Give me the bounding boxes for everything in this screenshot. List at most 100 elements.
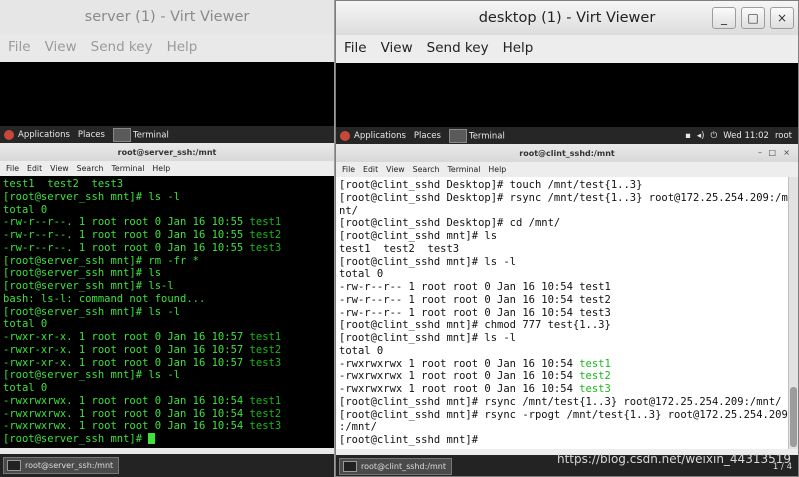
tmenu-help[interactable]: Help <box>152 164 170 173</box>
tmenu-edit[interactable]: Edit <box>363 165 378 174</box>
terminal-line: total 0 <box>339 268 384 281</box>
terminal-line: [root@clint_sshd mnt]# rsync -rpogt /mnt… <box>339 408 788 421</box>
terminal-title-server: root@server_ssh:/mnt <box>0 143 334 161</box>
terminal-scrollbar[interactable] <box>788 177 798 449</box>
terminal-icon <box>448 128 467 143</box>
menu-help[interactable]: Help <box>167 39 198 55</box>
terminal-menubar-server: File Edit View Search Terminal Help <box>0 161 334 177</box>
workspace-pager[interactable]: 1 / 4 <box>773 462 792 472</box>
terminal-line: [root@clint_sshd Desktop]# rsync /mnt/te… <box>339 191 788 204</box>
gnome-foot-icon <box>340 130 350 141</box>
terminal-launcher[interactable]: Terminal <box>448 128 505 143</box>
terminal-title-text: root@clint_sshd:/mnt <box>519 148 615 158</box>
panel-status-area: ▪ ◂) ⏻ Wed 11:02 root <box>679 131 792 141</box>
user-menu[interactable]: root <box>775 131 792 141</box>
menubar-desktop: File View Send key Help <box>336 35 798 61</box>
applications-menu[interactable]: Applications <box>18 130 70 140</box>
terminal-maximize-button[interactable]: □ <box>768 148 776 157</box>
taskbar-item-label: root@clint_sshd:/mnt <box>361 462 446 471</box>
close-button[interactable]: × <box>770 7 794 29</box>
terminal-output-desktop[interactable]: [root@clint_sshd Desktop]# touch /mnt/te… <box>336 177 798 449</box>
menu-file[interactable]: File <box>8 39 31 55</box>
menu-send-key[interactable]: Send key <box>91 39 153 55</box>
terminal-line: bash: ls-l: command not found... <box>3 292 206 305</box>
guest-top-panel: Applications Places Terminal ▪ ◂) ⏻ Wed … <box>336 127 798 144</box>
tmenu-terminal[interactable]: Terminal <box>447 165 480 174</box>
taskbar-item-server-terminal[interactable]: root@server_ssh:/mnt <box>3 457 120 474</box>
tmenu-search[interactable]: Search <box>77 164 104 173</box>
menu-send-key[interactable]: Send key <box>427 40 489 56</box>
taskbar-item-label: root@server_ssh:/mnt <box>25 461 114 470</box>
terminal-line: [root@server_ssh mnt]# ls -l <box>3 305 181 318</box>
terminal-line: -rwxrwxrwx 1 root root 0 Jan 16 10:54 te… <box>339 357 611 370</box>
maximize-button[interactable]: □ <box>741 7 765 29</box>
terminal-line: [root@server_ssh mnt]# ls <box>3 267 162 280</box>
places-menu[interactable]: Places <box>78 130 105 140</box>
terminal-title-desktop: root@clint_sshd:/mnt – □ × <box>336 144 798 162</box>
window-title-server: server (1) - Virt Viewer <box>0 0 334 34</box>
network-icon[interactable]: ▪ <box>685 131 691 141</box>
terminal-line: [root@clint_sshd Desktop]# cd /mnt/ <box>339 217 561 230</box>
terminal-line: -rw-r--r-- 1 root root 0 Jan 16 10:54 te… <box>339 306 611 319</box>
tmenu-search[interactable]: Search <box>413 165 440 174</box>
server-virt-viewer-window: server (1) - Virt Viewer File View Send … <box>0 0 335 477</box>
terminal-line: [root@server_ssh mnt]# ls-l <box>3 280 174 292</box>
guest-display-area <box>336 63 798 127</box>
guest-taskbar-desktop: root@clint_sshd:/mnt 1 / 4 <box>336 455 798 476</box>
terminal-line: -rw-r--r--. 1 root root 0 Jan 16 10:55 t… <box>3 229 282 241</box>
terminal-menubar-desktop: File Edit View Search Terminal Help <box>336 162 798 178</box>
gnome-foot-icon <box>4 129 14 140</box>
terminal-line: [root@server_ssh mnt]# ls -l <box>3 369 181 382</box>
terminal-line: test1 test2 test3 <box>339 242 460 255</box>
terminal-line: total 0 <box>3 382 48 394</box>
guest-display-area <box>0 62 334 126</box>
tmenu-help[interactable]: Help <box>488 165 506 174</box>
tmenu-edit[interactable]: Edit <box>27 164 42 173</box>
terminal-line: -rwxr-xr-x. 1 root root 0 Jan 16 10:57 t… <box>3 343 282 356</box>
terminal-close-button[interactable]: × <box>783 148 790 157</box>
applications-menu[interactable]: Applications <box>354 131 406 141</box>
places-menu[interactable]: Places <box>414 131 441 141</box>
terminal-line: [root@clint_sshd Desktop]# touch /mnt/te… <box>339 179 643 191</box>
clock[interactable]: Wed 11:02 <box>723 131 769 141</box>
terminal-line: -rw-r--r-- 1 root root 0 Jan 16 10:54 te… <box>339 281 611 293</box>
menu-file[interactable]: File <box>344 40 367 56</box>
tmenu-view[interactable]: View <box>386 165 405 174</box>
terminal-line: -rwxrwxrwx. 1 root root 0 Jan 16 10:54 t… <box>3 420 282 433</box>
terminal-line: [root@clint_sshd mnt]# ls -l <box>339 255 517 268</box>
terminal-icon <box>112 127 131 142</box>
terminal-launcher-label: Terminal <box>468 131 505 141</box>
terminal-line: -rw-r--r--. 1 root root 0 Jan 16 10:55 t… <box>3 216 282 229</box>
tmenu-file[interactable]: File <box>342 165 355 174</box>
taskbar-item-desktop-terminal[interactable]: root@clint_sshd:/mnt <box>339 458 452 475</box>
terminal-line: -rwxrwxrwx. 1 root root 0 Jan 16 10:54 t… <box>3 394 282 407</box>
terminal-line: -rwxrwxrwx 1 root root 0 Jan 16 10:54 te… <box>339 370 611 383</box>
terminal-line: [root@clint_sshd mnt]# ls -l <box>339 332 517 344</box>
tmenu-file[interactable]: File <box>6 164 19 173</box>
terminal-line: nt/ <box>339 204 358 217</box>
volume-icon[interactable]: ◂) <box>697 131 705 141</box>
terminal-launcher[interactable]: Terminal <box>112 127 169 142</box>
guest-top-panel: Applications Places Terminal <box>0 126 334 143</box>
terminal-launcher-label: Terminal <box>132 130 169 140</box>
terminal-line: -rwxr-xr-x. 1 root root 0 Jan 16 10:57 t… <box>3 331 282 343</box>
terminal-line: -rwxr-xr-x. 1 root root 0 Jan 16 10:57 t… <box>3 356 282 369</box>
terminal-line: [root@clint_sshd mnt]# rsync /mnt/test{1… <box>339 395 782 408</box>
tmenu-terminal[interactable]: Terminal <box>111 164 144 173</box>
terminal-line: [root@server_ssh mnt]# rm -fr * <box>3 254 199 267</box>
terminal-line: total 0 <box>3 203 48 216</box>
terminal-line: test1 test2 test3 <box>3 178 124 190</box>
terminal-line: [root@clint_sshd mnt]# chmod 777 test{1.… <box>339 319 611 332</box>
terminal-line: -rw-r--r-- 1 root root 0 Jan 16 10:54 te… <box>339 293 611 306</box>
power-icon[interactable]: ⏻ <box>710 131 717 141</box>
scrollbar-thumb[interactable] <box>790 387 797 447</box>
terminal-minimize-button[interactable]: – <box>758 148 762 157</box>
menu-view[interactable]: View <box>381 40 413 56</box>
menu-view[interactable]: View <box>45 39 77 55</box>
terminal-output-server[interactable]: test1 test2 test3 [root@server_ssh mnt]# … <box>0 176 334 448</box>
menu-help[interactable]: Help <box>503 40 534 56</box>
minimize-button[interactable]: _ <box>712 7 736 29</box>
terminal-prompt-line: [root@server_ssh mnt]# <box>3 433 332 446</box>
terminal-line: [root@clint_sshd mnt]# <box>339 434 479 446</box>
tmenu-view[interactable]: View <box>50 164 69 173</box>
